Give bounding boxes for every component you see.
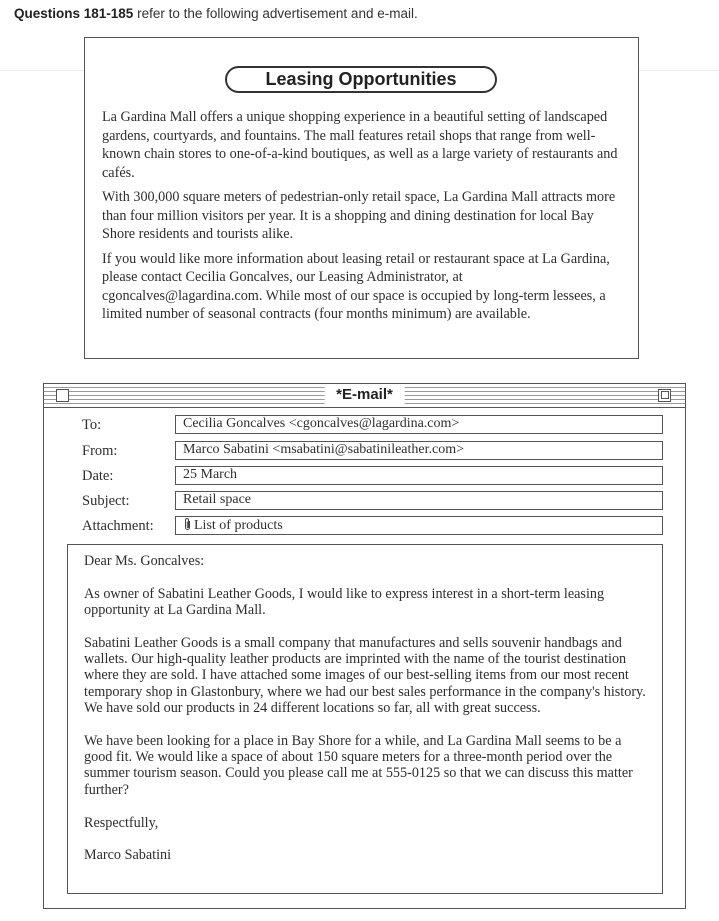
from-field[interactable]: Marco Sabatini <msabatini@sabatinileathe… xyxy=(175,441,663,460)
email-signature: Marco Sabatini xyxy=(84,847,172,864)
to-field[interactable]: Cecilia Goncalves <cgoncalves@lagardina.… xyxy=(175,415,663,434)
email-greeting: Dear Ms. Goncalves: xyxy=(84,553,205,569)
close-box-icon[interactable] xyxy=(56,389,69,402)
question-instruction: refer to the following advertisement and… xyxy=(137,6,418,21)
subject-field[interactable]: Retail space xyxy=(175,491,663,510)
date-field[interactable]: 25 March xyxy=(175,466,663,485)
ad-body: La Gardina Mall offers a unique shopping… xyxy=(102,108,622,330)
ad-title: Leasing Opportunities xyxy=(225,66,497,93)
zoom-box-icon[interactable] xyxy=(658,389,671,402)
attachment-filename[interactable]: List of products xyxy=(194,518,283,533)
email-titlebar[interactable]: *E-mail* xyxy=(44,384,685,408)
ad-paragraph: La Gardina Mall offers a unique shopping… xyxy=(102,109,618,181)
to-label: To: xyxy=(82,417,102,433)
email-window: *E-mail* To: Cecilia Goncalves <cgoncalv… xyxy=(43,383,686,909)
paperclip-icon xyxy=(183,517,192,534)
from-row: From: Marco Sabatini <msabatini@sabatini… xyxy=(44,441,685,463)
question-header: Questions 181-185 refer to the following… xyxy=(14,6,704,21)
email-window-title: *E-mail* xyxy=(324,386,405,404)
email-body: Dear Ms. Goncalves: As owner of Sabatini… xyxy=(67,544,663,894)
to-row: To: Cecilia Goncalves <cgoncalves@lagard… xyxy=(44,415,685,437)
attachment-field[interactable]: List of products xyxy=(175,516,663,535)
subject-row: Subject: Retail space xyxy=(44,491,685,513)
email-closing: Respectfully, xyxy=(84,814,159,831)
subject-label: Subject: xyxy=(82,493,130,509)
ad-paragraph: With 300,000 square meters of pedestrian… xyxy=(102,189,616,242)
attachment-row: Attachment: List of products xyxy=(44,516,685,538)
from-label: From: xyxy=(82,443,118,459)
advertisement: Leasing Opportunities La Gardina Mall of… xyxy=(84,37,639,359)
attachment-label: Attachment: xyxy=(82,518,154,534)
email-paragraph: As owner of Sabatini Leather Goods, I wo… xyxy=(84,585,605,619)
date-row: Date: 25 March xyxy=(44,466,685,488)
email-paragraph: Sabatini Leather Goods is a small compan… xyxy=(84,634,646,717)
ad-paragraph: If you would like more information about… xyxy=(102,250,610,323)
question-range: Questions 181-185 xyxy=(14,6,134,21)
email-paragraph: We have been looking for a place in Bay … xyxy=(84,732,633,798)
date-label: Date: xyxy=(82,468,114,484)
